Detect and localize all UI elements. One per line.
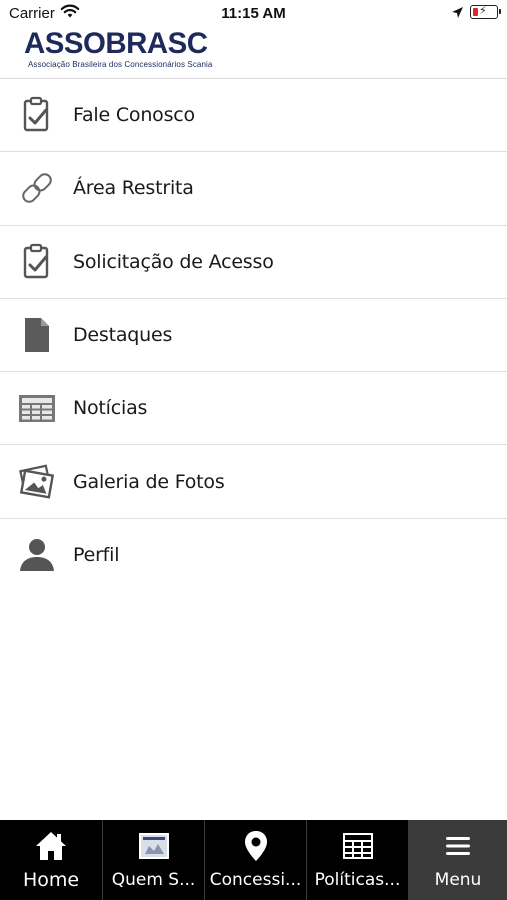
menu-item-label: Fale Conosco	[73, 104, 195, 127]
charging-bolt-icon: ⚡	[479, 5, 487, 17]
tab-politicas[interactable]: Políticas...	[307, 820, 409, 900]
menu-item-solicitacao-de-acesso[interactable]: Solicitação de Acesso	[0, 226, 507, 299]
battery-charging-icon: ⚡	[470, 5, 501, 19]
menu-item-area-restrita[interactable]: Área Restrita	[0, 152, 507, 226]
home-icon	[34, 830, 68, 862]
menu-item-label: Solicitação de Acesso	[73, 250, 274, 273]
tab-home[interactable]: Home	[0, 820, 103, 900]
menu-item-label: Área Restrita	[73, 177, 194, 200]
tab-quem-somos[interactable]: Quem S...	[103, 820, 205, 900]
menu-item-fale-conosco[interactable]: Fale Conosco	[0, 79, 507, 153]
document-icon	[17, 315, 57, 355]
newspaper-icon	[17, 388, 57, 428]
status-bar: Carrier 11:15 AM ⚡	[0, 0, 507, 28]
menu-item-destaques[interactable]: Destaques	[0, 299, 507, 373]
tab-concessionarias[interactable]: Concessi...	[205, 820, 307, 900]
menu-item-noticias[interactable]: Notícias	[0, 372, 507, 446]
menu-item-perfil[interactable]: Perfil	[0, 519, 507, 592]
tab-bar: Home Quem S... Concessi... Políticas... …	[0, 820, 507, 900]
app-logo: ASSOBRASC Associação Brasileira dos Conc…	[24, 27, 213, 70]
building-image-icon	[137, 830, 171, 862]
user-icon	[17, 535, 57, 575]
logo-subtitle: Associação Brasileira dos Concessionário…	[28, 60, 213, 69]
tab-label: Quem S...	[111, 870, 196, 890]
tab-label: Políticas...	[314, 870, 401, 890]
battery-cap	[499, 9, 501, 14]
table-icon	[341, 830, 375, 862]
status-time: 11:15 AM	[221, 5, 286, 22]
menu-item-label: Notícias	[73, 397, 148, 420]
menu-item-galeria-de-fotos[interactable]: Galeria de Fotos	[0, 445, 507, 519]
menu-list: Fale Conosco Área Restrita Solicitação d…	[0, 79, 507, 592]
tab-menu[interactable]: Menu	[409, 820, 507, 900]
map-pin-icon	[239, 830, 273, 862]
battery-level-fill	[472, 7, 478, 16]
menu-item-label: Perfil	[73, 544, 120, 567]
photos-icon	[17, 462, 57, 502]
hamburger-icon	[441, 830, 475, 862]
link-icon	[17, 168, 57, 208]
tab-label: Home	[22, 869, 80, 891]
menu-item-label: Galeria de Fotos	[73, 470, 225, 493]
logo-title: ASSOBRASC	[24, 27, 208, 60]
clipboard-check-icon	[17, 95, 57, 135]
menu-item-label: Destaques	[73, 324, 173, 347]
location-arrow-icon	[451, 6, 464, 24]
tab-label: Menu	[434, 870, 482, 890]
tab-label: Concessi...	[209, 870, 302, 890]
clipboard-check-icon	[17, 242, 57, 282]
